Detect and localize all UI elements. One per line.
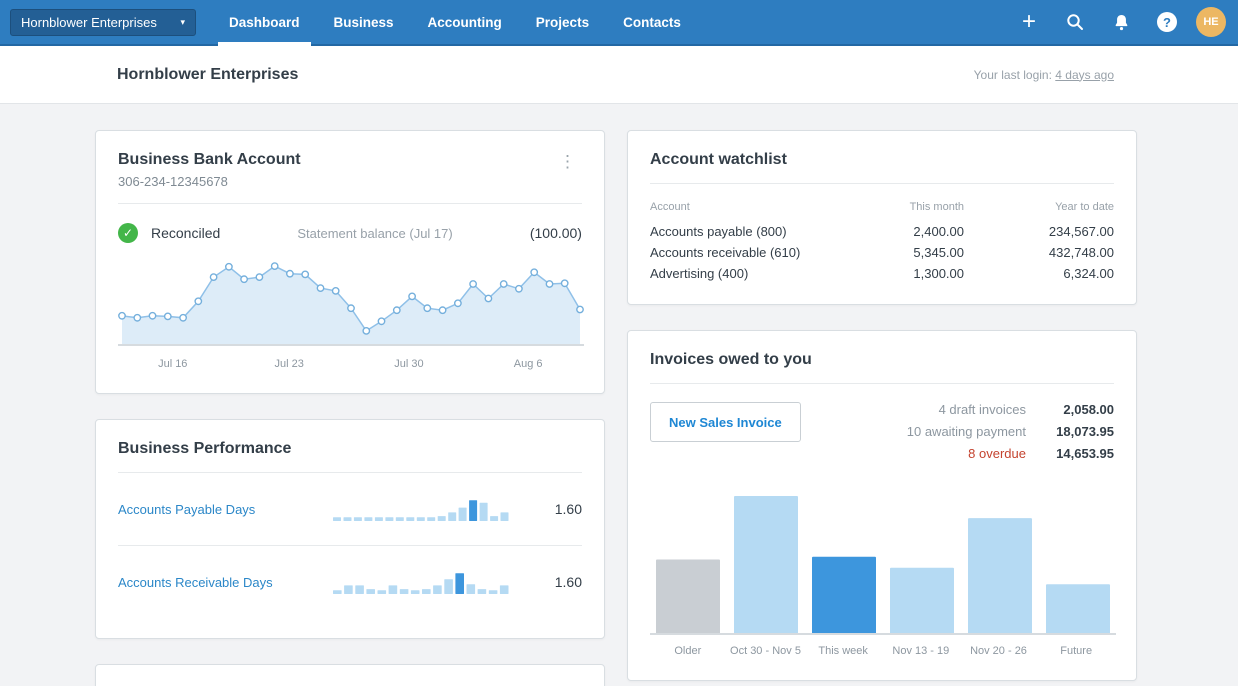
nav-icon-group: + ? HE <box>1006 7 1226 37</box>
org-selector[interactable]: Hornblower Enterprises ▾ <box>10 8 196 36</box>
tab-business[interactable]: Business <box>317 0 411 44</box>
watchlist-card-title: Account watchlist <box>650 151 787 168</box>
reconciled-label: Reconciled <box>151 225 221 241</box>
summary-row: 10 awaiting payment 18,073.95 <box>907 424 1114 439</box>
performance-row: Accounts Receivable Days 1.60 <box>118 545 582 618</box>
x-axis-tick-label: Jul 23 <box>274 358 304 370</box>
business-performance-card: Business Performance Accounts Payable Da… <box>95 419 605 639</box>
draft-invoices-value: 2,058.00 <box>1063 402 1114 417</box>
awaiting-payment-link[interactable]: 10 awaiting payment <box>907 424 1026 439</box>
avatar[interactable]: HE <box>1196 7 1226 37</box>
this-month-value: 2,400.00 <box>913 224 964 239</box>
watchlist-table: Account This month Year to date Accounts… <box>650 201 1114 284</box>
x-axis-tick-label: Nov 20 - 26 <box>970 645 1027 657</box>
tab-projects[interactable]: Projects <box>519 0 606 44</box>
performance-row: Accounts Payable Days 1.60 <box>118 473 582 545</box>
receivable-days-value: 1.60 <box>554 574 582 590</box>
x-axis-tick-label: Future <box>1060 645 1093 657</box>
last-login-link[interactable]: 4 days ago <box>1055 68 1114 82</box>
tab-accounting[interactable]: Accounting <box>411 0 519 44</box>
kebab-menu-icon[interactable]: ⋮ <box>553 151 582 172</box>
statement-balance-label: Statement balance (Jul 17) <box>297 225 453 241</box>
column-header-year-to-date: Year to date <box>1055 201 1114 213</box>
page-title: Hornblower Enterprises <box>117 65 299 83</box>
summary-row: 8 overdue 14,653.95 <box>907 446 1114 461</box>
this-month-value: 5,345.00 <box>913 245 964 260</box>
x-axis-tick-label: Older <box>674 645 702 657</box>
x-axis-tick-label: Jul 30 <box>394 358 424 370</box>
new-sales-invoice-button[interactable]: New Sales Invoice <box>650 402 801 442</box>
x-axis-tick-label: Oct 30 - Nov 5 <box>730 645 801 657</box>
x-axis-tick-label: Nov 13 - 19 <box>892 645 950 657</box>
account-name: Advertising (400) <box>650 266 749 281</box>
bank-account-number: 306-234-12345678 <box>118 174 228 189</box>
partial-card <box>95 664 605 686</box>
overdue-link[interactable]: 8 overdue <box>968 446 1026 461</box>
payable-days-sparkline <box>333 500 509 521</box>
help-icon[interactable]: ? <box>1144 12 1190 32</box>
payable-days-value: 1.60 <box>554 501 582 517</box>
org-selector-label: Hornblower Enterprises <box>21 14 157 30</box>
notifications-bell-icon[interactable] <box>1098 13 1144 32</box>
bank-balance-chart <box>118 262 584 346</box>
divider <box>650 183 1114 184</box>
table-row: Accounts payable (800) 2,400.00 234,567.… <box>650 221 1114 242</box>
summary-row: 4 draft invoices 2,058.00 <box>907 402 1114 417</box>
reconciled-check-icon: ✓ <box>118 223 138 243</box>
bank-chart-xlabels: Jul 16 Jul 23 Jul 30 Aug 6 <box>118 358 582 373</box>
receivable-days-sparkline <box>333 573 509 594</box>
x-axis-tick-label: This week <box>818 645 868 657</box>
last-login-label: Your last login: <box>973 67 1052 82</box>
table-row: Advertising (400) 1,300.00 6,324.00 <box>650 263 1114 284</box>
statement-balance-value: (100.00) <box>529 225 582 241</box>
last-login: Your last login: 4 days ago <box>974 68 1114 82</box>
bank-account-card: Business Bank Account 306-234-12345678 ⋮… <box>95 130 605 394</box>
this-month-value: 1,300.00 <box>913 266 964 281</box>
left-column: Business Bank Account 306-234-12345678 ⋮… <box>95 130 605 686</box>
divider <box>650 383 1114 384</box>
account-watchlist-card: Account watchlist Account This month Yea… <box>627 130 1137 305</box>
dashboard-content: Business Bank Account 306-234-12345678 ⋮… <box>0 104 1238 686</box>
chevron-down-icon: ▾ <box>180 16 185 27</box>
account-name: Accounts payable (800) <box>650 224 787 239</box>
column-header-account: Account <box>650 201 690 213</box>
nav-items: Dashboard Business Accounting Projects C… <box>212 0 698 46</box>
add-icon[interactable]: + <box>1006 10 1052 34</box>
account-name: Accounts receivable (610) <box>650 245 801 260</box>
x-axis-tick-label: Jul 16 <box>158 358 188 370</box>
x-axis-tick-label: Aug 6 <box>513 358 543 370</box>
accounts-receivable-days-link[interactable]: Accounts Receivable Days <box>118 575 332 590</box>
accounts-payable-days-link[interactable]: Accounts Payable Days <box>118 502 332 517</box>
invoices-chart <box>650 496 1116 635</box>
awaiting-payment-value: 18,073.95 <box>1056 424 1114 439</box>
invoices-owed-card: Invoices owed to you New Sales Invoice 4… <box>627 330 1137 681</box>
column-header-this-month: This month <box>909 201 964 213</box>
divider <box>118 203 582 204</box>
table-row: Accounts receivable (610) 5,345.00 432,7… <box>650 242 1114 263</box>
overdue-value: 14,653.95 <box>1056 446 1114 461</box>
tab-dashboard[interactable]: Dashboard <box>212 0 317 46</box>
performance-card-title: Business Performance <box>118 440 292 457</box>
invoices-card-title: Invoices owed to you <box>650 351 812 368</box>
bank-card-title: Business Bank Account <box>118 151 301 168</box>
top-nav: Hornblower Enterprises ▾ Dashboard Busin… <box>0 0 1238 46</box>
tab-contacts[interactable]: Contacts <box>606 0 698 44</box>
page-header: Hornblower Enterprises Your last login: … <box>0 46 1238 104</box>
right-column: Account watchlist Account This month Yea… <box>627 130 1137 681</box>
year-to-date-value: 432,748.00 <box>1048 245 1114 260</box>
draft-invoices-link[interactable]: 4 draft invoices <box>939 402 1026 417</box>
search-icon[interactable] <box>1052 12 1098 32</box>
invoices-chart-xlabels: Older Oct 30 - Nov 5 This week Nov 13 - 19 N… <box>650 645 1114 660</box>
invoice-summary: 4 draft invoices 2,058.00 10 awaiting pa… <box>907 402 1114 468</box>
year-to-date-value: 6,324.00 <box>1063 266 1114 281</box>
year-to-date-value: 234,567.00 <box>1048 224 1114 239</box>
